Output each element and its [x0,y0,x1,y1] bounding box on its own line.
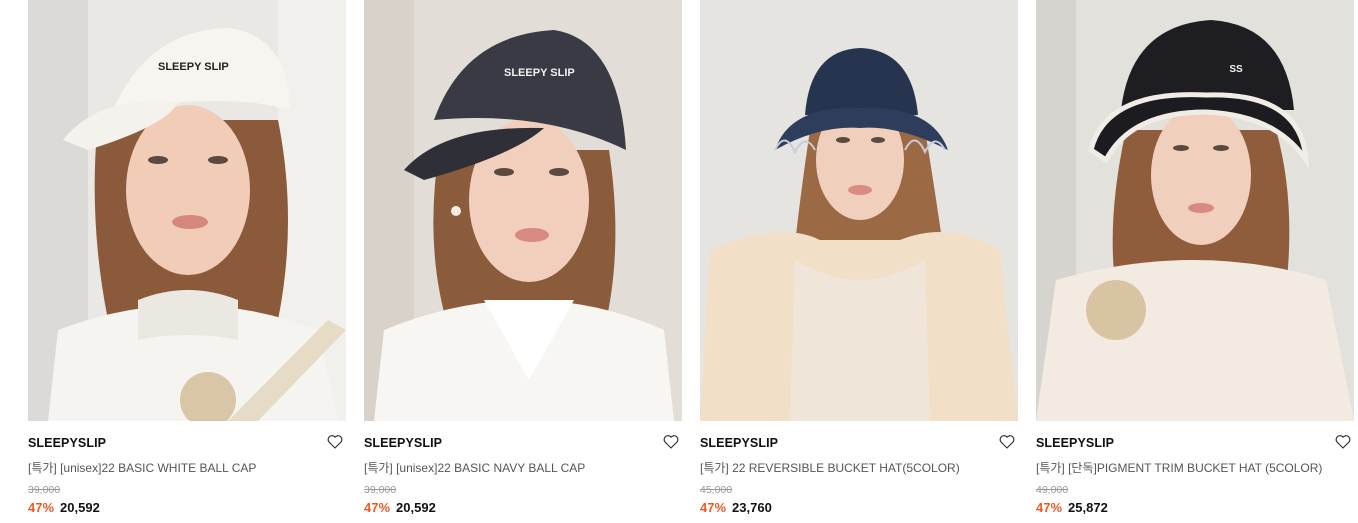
price-row: 47% 20,592 [28,500,100,515]
product-photo[interactable]: SLEEPY SLIP [364,0,682,421]
original-price: 49,000 [1036,484,1069,496]
product-title[interactable]: [특가] [단독]PIGMENT TRIM BUCKET HAT (5COLOR… [1036,459,1354,476]
sale-price: 23,760 [732,500,772,515]
discount-rate: 47% [364,500,391,515]
product-card[interactable]: SLEEPYSLIP [특가] 22 REVERSIBLE BUCKET HAT… [700,0,1018,523]
product-title[interactable]: [특가] [unisex]22 BASIC WHITE BALL CAP [28,459,346,476]
product-photo[interactable]: SS [1036,0,1354,421]
brand-name[interactable]: SLEEPYSLIP [700,436,778,450]
brand-row: SLEEPYSLIP [700,432,1018,452]
brand-name[interactable]: SLEEPYSLIP [28,436,106,450]
product-title[interactable]: [특가] [unisex]22 BASIC NAVY BALL CAP [364,459,682,476]
original-price: 45,000 [700,484,733,496]
heart-outline-icon[interactable] [326,433,344,451]
price-row: 47% 25,872 [1036,500,1108,515]
product-card[interactable]: SLEEPY SLIP SLEEPYSLIP [특가] [unisex]22 B… [28,0,346,523]
product-photo[interactable]: SLEEPY SLIP [28,0,346,421]
sale-price: 20,592 [60,500,100,515]
price-row: 47% 23,760 [700,500,772,515]
sale-price: 25,872 [1068,500,1108,515]
product-grid: SLEEPY SLIP SLEEPYSLIP [특가] [unisex]22 B… [0,0,1358,523]
product-card[interactable]: SLEEPY SLIP SLEEPYSLIP [특가] [unisex]22 B… [364,0,682,523]
brand-name[interactable]: SLEEPYSLIP [364,436,442,450]
product-photo[interactable] [700,0,1018,421]
cap-logo-text: SLEEPY SLIP [504,67,575,79]
original-price: 39,000 [28,484,61,496]
discount-rate: 47% [28,500,55,515]
heart-outline-icon[interactable] [1334,433,1352,451]
brand-row: SLEEPYSLIP [28,432,346,452]
product-title[interactable]: [특가] 22 REVERSIBLE BUCKET HAT(5COLOR) [700,459,1018,476]
cap-logo-text: SLEEPY SLIP [158,61,229,73]
discount-rate: 47% [1036,500,1063,515]
brand-row: SLEEPYSLIP [364,432,682,452]
brand-name[interactable]: SLEEPYSLIP [1036,436,1114,450]
brand-row: SLEEPYSLIP [1036,432,1354,452]
price-row: 47% 20,592 [364,500,436,515]
sale-price: 20,592 [396,500,436,515]
heart-outline-icon[interactable] [662,433,680,451]
hat-logo-text: SS [1229,64,1243,75]
product-card[interactable]: SS SLEEPYSLIP [특가] [단독]PIGMENT TRIM BUCK… [1036,0,1354,523]
original-price: 39,000 [364,484,397,496]
discount-rate: 47% [700,500,727,515]
heart-outline-icon[interactable] [998,433,1016,451]
